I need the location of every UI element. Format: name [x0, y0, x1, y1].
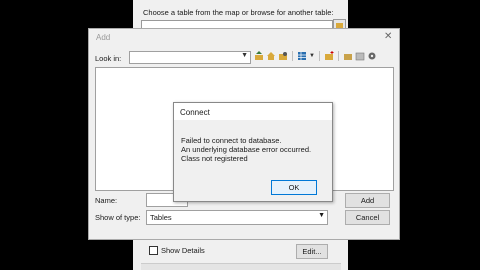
chevron-down-icon[interactable]: ▼ [309, 51, 315, 61]
show-type-label: Show of type: [95, 213, 141, 222]
home-icon[interactable] [266, 51, 276, 61]
toolbar: ▼ [254, 51, 377, 61]
checkbox-box[interactable] [149, 246, 158, 255]
look-in-dropdown[interactable]: ▼ [129, 51, 251, 64]
connect-folder-icon[interactable] [278, 51, 288, 61]
close-icon[interactable]: ✕ [384, 31, 392, 42]
dialog-title: Add [96, 33, 111, 42]
add-button[interactable]: Add [345, 193, 390, 208]
toolbar-separator [292, 51, 293, 61]
edit-button[interactable]: Edit... [296, 244, 328, 259]
chevron-down-icon: ▼ [241, 52, 248, 59]
error-line: Class not registered [181, 154, 248, 163]
table-prompt: Choose a table from the map or browse fo… [143, 8, 334, 17]
show-type-dropdown[interactable]: Tables ▼ [146, 210, 328, 225]
look-in-label: Look in: [95, 54, 122, 63]
connect-titlebar: Connect [174, 103, 332, 120]
grid-view-icon[interactable] [297, 51, 307, 61]
error-message: Failed to connect to database. An underl… [181, 136, 311, 163]
show-details-checkbox[interactable]: Show Details [149, 246, 205, 255]
bottom-bar [141, 263, 341, 270]
cancel-button[interactable]: Cancel [345, 210, 390, 225]
catalog-icon[interactable] [343, 51, 353, 61]
tools-icon[interactable] [367, 51, 377, 61]
error-line: Failed to connect to database. [181, 136, 282, 145]
connect-title: Connect [180, 108, 210, 117]
show-type-value: Tables [150, 213, 172, 222]
error-line: An underlying database error occurred. [181, 145, 312, 154]
connect-database-icon[interactable] [355, 51, 365, 61]
new-folder-icon[interactable] [324, 51, 334, 61]
name-label: Name: [95, 196, 118, 205]
show-details-label: Show Details [161, 246, 205, 255]
up-folder-icon[interactable] [254, 51, 264, 61]
ok-button[interactable]: OK [271, 180, 317, 195]
connect-dialog: Connect Failed to connect to database. A… [173, 102, 333, 202]
toolbar-separator [338, 51, 339, 61]
chevron-down-icon: ▼ [318, 212, 325, 219]
toolbar-separator [319, 51, 320, 61]
